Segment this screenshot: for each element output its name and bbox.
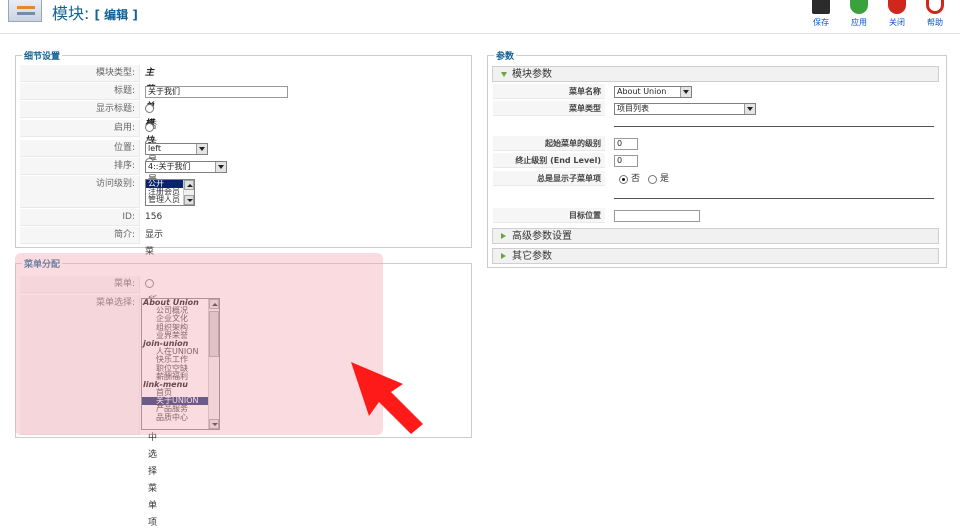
menu-name-value: About Union <box>617 87 667 96</box>
description-label: 简介: <box>20 227 140 244</box>
details-fieldset: 细节设置 模块类型: 主菜单模块 标题: 关于我们 显示标题: 否是 启用: 否… <box>15 49 472 274</box>
always-show-label: 总是显示子菜单项 <box>493 171 605 186</box>
show-title-label: 显示标题: <box>20 101 140 118</box>
module-type-value: 主菜单模块 <box>145 68 155 146</box>
row-menu-name: 菜单名称 About Union <box>493 84 938 100</box>
params-fieldset: 参数 模块参数 菜单名称 About Union 菜单类型 项目列表 起始菜单的… <box>487 49 947 268</box>
red-arrow-icon <box>351 362 423 434</box>
access-listbox[interactable]: 公开 注册会员 管理人员 <box>145 179 195 206</box>
details-legend: 细节设置 <box>22 49 63 62</box>
row-target: 目标位置 <box>493 208 938 224</box>
end-level-label: 终止级别 (End Level) <box>493 153 605 168</box>
end-level-input[interactable]: 0 <box>614 155 638 167</box>
help-icon <box>926 0 944 14</box>
page-title-suffix: [ 编辑 ] <box>94 8 138 22</box>
chevron-down-icon <box>744 104 755 114</box>
module-params-title: 模块参数 <box>512 69 552 80</box>
target-label: 目标位置 <box>493 208 605 223</box>
enabled-label: 启用: <box>20 120 140 137</box>
menu-style-value: 项目列表 <box>617 104 649 113</box>
always-show-yes-label: 是 <box>660 174 670 184</box>
row-always-show: 总是显示子菜单项 否 是 <box>493 171 938 187</box>
row-menu-style: 菜单类型 项目列表 <box>493 101 938 117</box>
chevron-down-icon <box>215 162 226 172</box>
access-label: 访问级别: <box>20 176 140 208</box>
apply-icon <box>850 0 868 14</box>
always-show-yes-radio[interactable] <box>648 174 658 184</box>
apply-label: 应用 <box>851 18 867 27</box>
order-select[interactable]: 4::关于我们 <box>145 161 227 173</box>
help-label: 帮助 <box>927 18 943 27</box>
save-label: 保存 <box>813 18 829 27</box>
row-end-level: 终止级别 (End Level) 0 <box>493 153 938 169</box>
page-title-text: 模块: <box>52 4 90 23</box>
position-select[interactable]: left <box>145 143 208 155</box>
menu-name-label: 菜单名称 <box>493 84 605 99</box>
module-icon <box>8 0 42 22</box>
start-level-label: 起始菜单的级别 <box>493 136 605 151</box>
always-show-no-radio[interactable] <box>619 174 628 184</box>
position-value: left <box>148 144 161 153</box>
enabled-no-radio[interactable] <box>145 123 154 132</box>
params-legend: 参数 <box>494 49 517 62</box>
always-show-no-label: 否 <box>631 174 641 184</box>
page-header: 模块: [ 编辑 ] 保存 应用 关闭 帮助 <box>0 0 960 34</box>
position-label: 位置: <box>20 140 140 157</box>
other-params-toggle[interactable]: 其它参数 <box>492 248 939 264</box>
collapsed-triangle-icon <box>501 253 506 259</box>
close-button[interactable]: 关闭 <box>878 0 916 34</box>
title-label: 标题: <box>20 83 140 100</box>
close-icon <box>888 0 906 14</box>
menu-style-select[interactable]: 项目列表 <box>614 103 756 115</box>
chevron-down-icon <box>680 87 691 97</box>
save-button[interactable]: 保存 <box>802 0 840 34</box>
row-start-level: 起始菜单的级别 0 <box>493 136 938 152</box>
module-type-label: 模块类型: <box>20 65 140 82</box>
order-label: 排序: <box>20 158 140 175</box>
scrollbar[interactable] <box>183 180 194 205</box>
advanced-params-title: 高级参数设置 <box>512 231 572 242</box>
start-level-input[interactable]: 0 <box>614 138 638 150</box>
expanded-triangle-icon <box>501 71 507 77</box>
highlight-overlay <box>15 253 383 435</box>
other-params-title: 其它参数 <box>512 251 552 262</box>
help-button[interactable]: 帮助 <box>916 0 954 34</box>
show-title-no-radio[interactable] <box>145 104 154 113</box>
apply-button[interactable]: 应用 <box>840 0 878 34</box>
collapsed-triangle-icon <box>501 233 506 239</box>
target-input[interactable] <box>614 210 700 222</box>
module-params-toggle[interactable]: 模块参数 <box>492 66 939 82</box>
menu-name-select[interactable]: About Union <box>614 86 692 98</box>
order-value: 4::关于我们 <box>148 162 191 171</box>
close-label: 关闭 <box>889 18 905 27</box>
id-label: ID: <box>20 209 140 226</box>
menu-style-label: 菜单类型 <box>493 101 605 116</box>
advanced-params-toggle[interactable]: 高级参数设置 <box>492 228 939 244</box>
separator <box>614 198 934 199</box>
id-value: 156 <box>145 212 163 222</box>
save-icon <box>812 0 830 14</box>
separator <box>614 126 934 127</box>
page-title: 模块: [ 编辑 ] <box>52 0 138 24</box>
title-input[interactable]: 关于我们 <box>145 86 288 98</box>
toolbar: 保存 应用 关闭 帮助 <box>802 0 954 34</box>
chevron-down-icon <box>196 144 207 154</box>
description-value: 显示菜单。 <box>145 230 164 274</box>
